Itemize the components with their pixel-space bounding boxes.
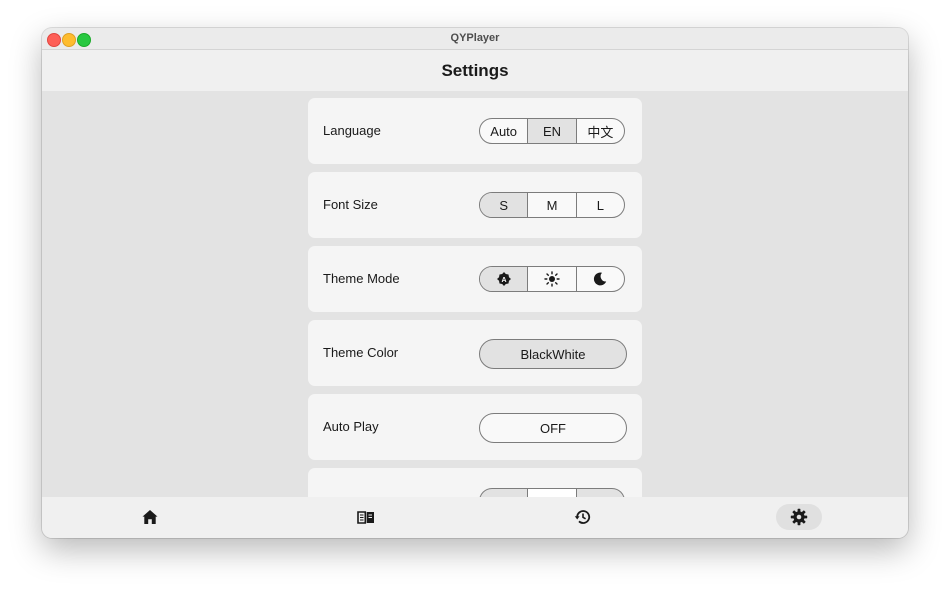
- language-option-chinese[interactable]: 中文: [575, 119, 624, 143]
- settings-list[interactable]: Language Auto EN 中文 Font Size S M L Them…: [42, 91, 908, 497]
- bottom-navigation: [42, 497, 908, 538]
- auto-play-label: Auto Play: [323, 419, 379, 434]
- language-selector: Auto EN 中文: [479, 118, 625, 144]
- nav-settings-button[interactable]: [776, 504, 822, 530]
- partial-selector: [479, 488, 625, 497]
- page-title: Settings: [441, 61, 509, 80]
- font-size-option-l[interactable]: L: [575, 193, 624, 217]
- language-label: Language: [323, 123, 381, 138]
- title-bar: QYPlayer: [42, 28, 908, 50]
- font-size-label: Font Size: [323, 197, 378, 212]
- nav-home-button[interactable]: [127, 504, 173, 530]
- font-size-card: Font Size S M L: [308, 172, 642, 238]
- gear-icon: [790, 508, 808, 526]
- nav-library-button[interactable]: [343, 504, 389, 530]
- partial-option-1[interactable]: [480, 489, 527, 497]
- app-header: Settings: [42, 50, 908, 91]
- language-option-auto[interactable]: Auto: [480, 119, 527, 143]
- book-icon: [357, 511, 374, 524]
- nav-history-button[interactable]: [560, 504, 606, 530]
- theme-mode-auto-button[interactable]: A: [480, 267, 528, 291]
- app-window: QYPlayer Settings Language Auto EN 中文 Fo…: [42, 28, 908, 538]
- partial-option-2[interactable]: [527, 489, 576, 497]
- theme-color-label: Theme Color: [323, 345, 399, 360]
- partial-option-3[interactable]: [575, 489, 624, 497]
- svg-text:A: A: [501, 277, 506, 284]
- theme-mode-light-button[interactable]: [527, 267, 575, 291]
- font-size-option-s[interactable]: S: [480, 193, 528, 217]
- font-size-selector: S M L: [479, 192, 625, 218]
- theme-color-card: Theme Color BlackWhite: [308, 320, 642, 386]
- window-title: QYPlayer: [450, 32, 500, 44]
- theme-mode-dark-button[interactable]: [575, 267, 624, 291]
- auto-mode-icon: A: [496, 272, 511, 286]
- light-mode-sun-icon: [544, 271, 560, 287]
- theme-mode-selector: A: [479, 266, 625, 292]
- partial-setting-card: [308, 468, 642, 497]
- theme-mode-label: Theme Mode: [323, 271, 400, 286]
- font-size-option-m[interactable]: M: [527, 193, 575, 217]
- auto-play-card: Auto Play OFF: [308, 394, 642, 460]
- home-icon: [142, 510, 158, 524]
- language-card: Language Auto EN 中文: [308, 98, 642, 164]
- history-icon: [574, 510, 591, 524]
- language-option-en[interactable]: EN: [527, 119, 576, 143]
- dark-mode-moon-icon: [594, 272, 607, 286]
- theme-mode-card: Theme Mode A: [308, 246, 642, 312]
- auto-play-toggle[interactable]: OFF: [479, 413, 627, 443]
- theme-color-button[interactable]: BlackWhite: [479, 339, 627, 369]
